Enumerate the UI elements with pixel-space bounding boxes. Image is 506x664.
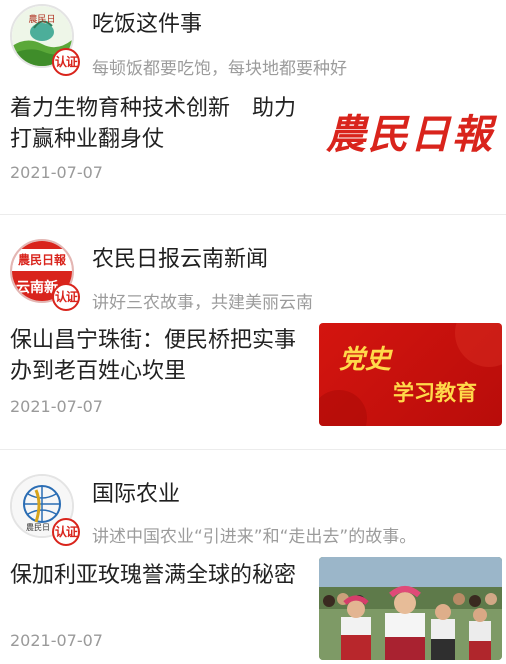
source-description: 讲好三农故事，共建美丽云南 bbox=[92, 293, 313, 313]
source-description: 讲述中国农业“引进来”和“走出去”的故事。 bbox=[92, 527, 417, 547]
source-avatar[interactable]: 農民日 认证 bbox=[10, 4, 80, 76]
source-name[interactable]: 国际农业 bbox=[92, 476, 180, 508]
article-title[interactable]: 着力生物育种技术创新 助力打赢种业翻身仗 bbox=[10, 93, 310, 155]
feed-card[interactable]: 農民日 认证 国际农业 讲述中国农业“引进来”和“走出去”的故事。 保加利亚玫瑰… bbox=[0, 450, 506, 664]
svg-text:農民日: 農民日 bbox=[28, 13, 55, 25]
article-thumbnail[interactable]: 党史 学习教育 bbox=[319, 323, 502, 426]
verified-badge: 认证 bbox=[52, 283, 80, 311]
feed-card[interactable]: 農民日報 云南新 认证 农民日报云南新闻 讲好三农故事，共建美丽云南 保山昌宁珠… bbox=[0, 215, 506, 449]
feed-card[interactable]: 農民日 认证 吃饭这件事 每顿饭都要吃饱，每块地都要种好 着力生物育种技术创新 … bbox=[0, 0, 506, 214]
article-date: 2021-07-07 bbox=[10, 397, 103, 416]
rose-festival-photo-icon bbox=[319, 557, 502, 660]
verified-badge: 认证 bbox=[52, 518, 80, 546]
newspaper-logo: 農民日報 bbox=[326, 111, 494, 158]
article-thumbnail[interactable]: 農民日報 bbox=[320, 92, 500, 182]
avatar-text-top: 農民日報 bbox=[17, 253, 66, 267]
study-education-text: 学习教育 bbox=[393, 381, 477, 405]
source-name[interactable]: 吃饭这件事 bbox=[92, 6, 202, 38]
article-date: 2021-07-07 bbox=[10, 163, 103, 182]
article-thumbnail[interactable] bbox=[319, 557, 502, 660]
svg-text:農民日: 農民日 bbox=[26, 522, 50, 532]
article-title[interactable]: 保山昌宁珠街：便民桥把实事办到老百姓心坎里 bbox=[10, 325, 305, 387]
verified-badge: 认证 bbox=[52, 48, 80, 76]
article-date: 2021-07-07 bbox=[10, 631, 103, 650]
source-avatar[interactable]: 農民日 认证 bbox=[10, 474, 80, 546]
article-title[interactable]: 保加利亚玫瑰誉满全球的秘密 bbox=[10, 560, 305, 591]
source-name[interactable]: 农民日报云南新闻 bbox=[92, 241, 268, 273]
party-history-text: 党史 bbox=[339, 345, 392, 375]
source-description: 每顿饭都要吃饱，每块地都要种好 bbox=[92, 59, 347, 79]
source-avatar[interactable]: 農民日報 云南新 认证 bbox=[10, 239, 80, 311]
